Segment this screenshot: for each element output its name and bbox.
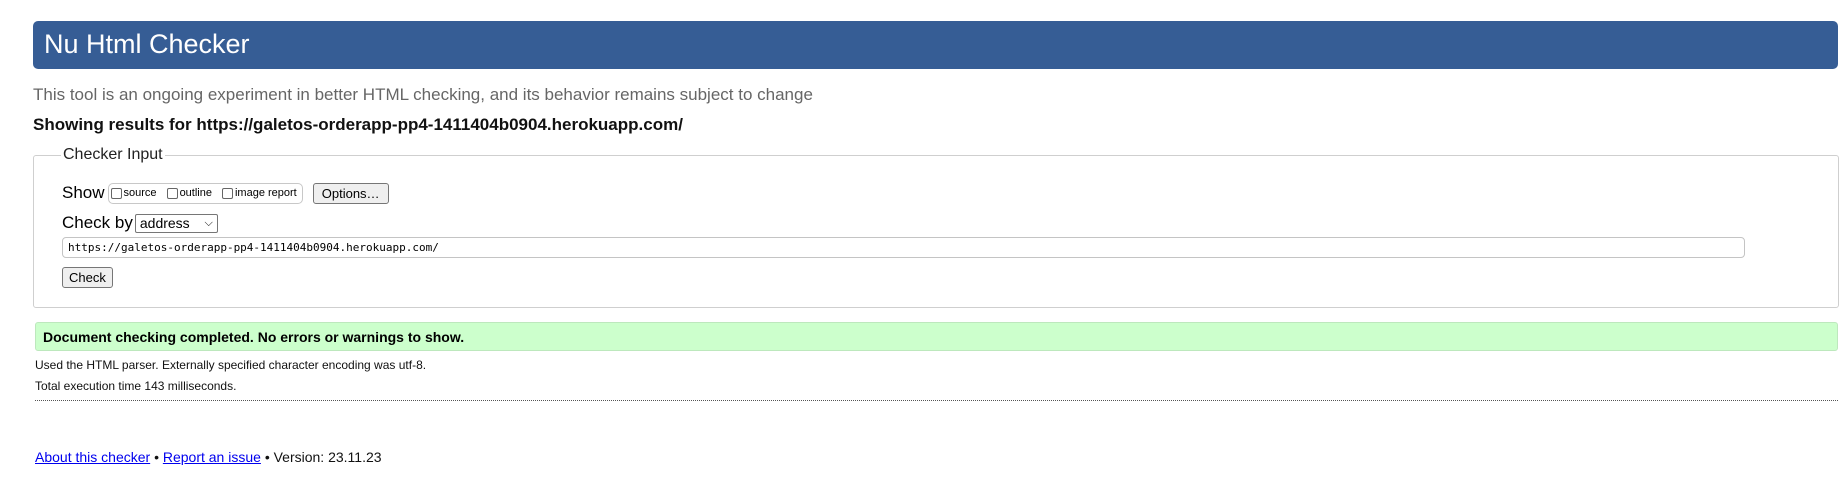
report-issue-link[interactable]: Report an issue (163, 449, 261, 465)
check-button[interactable]: Check (62, 267, 113, 288)
show-options-group: source outline image report (107, 182, 303, 204)
url-input[interactable]: https://galetos-orderapp-pp4-1411404b090… (62, 237, 1745, 258)
about-link[interactable]: About this checker (35, 449, 150, 465)
execution-time: Total execution time 143 milliseconds. (35, 379, 237, 393)
footer: About this checker • Report an issue • V… (35, 449, 382, 465)
show-source-option[interactable]: source (110, 187, 157, 199)
showing-results-heading: Showing results for https://galetos-orde… (33, 115, 683, 134)
page-title: Nu Html Checker (44, 29, 250, 59)
chevron-down-icon: ⌵ (204, 216, 213, 229)
footer-separator-2: • (264, 449, 270, 465)
version-text: Version: 23.11.23 (273, 449, 382, 465)
source-checkbox[interactable] (110, 187, 122, 199)
check-by-row: Check by address ⌵ (62, 212, 218, 234)
options-button[interactable]: Options… (312, 182, 389, 204)
subtitle: This tool is an ongoing experiment in be… (33, 85, 813, 104)
check-by-label: Check by (62, 213, 133, 232)
check-by-selected-value: address (139, 215, 190, 231)
outline-checkbox[interactable] (166, 187, 178, 199)
divider (35, 400, 1838, 401)
success-message: Document checking completed. No errors o… (35, 322, 1838, 351)
check-by-select[interactable]: address ⌵ (134, 213, 218, 233)
checker-input-legend: Checker Input (63, 146, 163, 163)
parser-info: Used the HTML parser. Externally specifi… (35, 358, 427, 372)
image-report-checkbox[interactable] (221, 187, 233, 199)
app-header: Nu Html Checker (33, 21, 1838, 69)
show-image-report-option[interactable]: image report (221, 187, 297, 199)
show-label: Show (62, 183, 105, 202)
footer-separator: • (154, 449, 159, 465)
show-row: Show source outline image report Options… (62, 181, 389, 205)
show-outline-option[interactable]: outline (166, 187, 212, 199)
checker-input-fieldset: Checker Input (33, 146, 1839, 308)
outline-label: outline (179, 187, 212, 199)
source-label: source (123, 187, 157, 199)
image-report-label: image report (234, 187, 297, 199)
